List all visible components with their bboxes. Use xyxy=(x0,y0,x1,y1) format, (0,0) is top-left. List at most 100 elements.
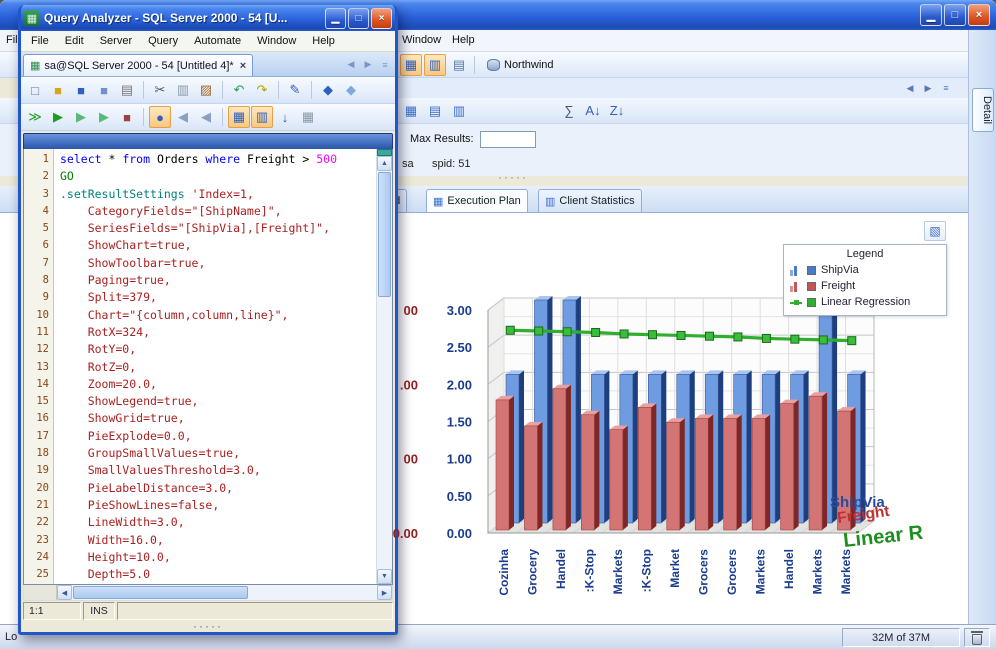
code-line: RotY=0, xyxy=(60,342,137,357)
status-filler xyxy=(117,602,393,620)
execute-icon[interactable]: ▶ xyxy=(47,106,69,128)
split-handle[interactable] xyxy=(377,149,392,156)
open-file-icon[interactable]: ■ xyxy=(47,79,69,101)
svg-text:Handel: Handel xyxy=(782,549,796,589)
code-line: ShowLegend=true, xyxy=(60,394,199,409)
qa-minimize-button[interactable]: ▁ xyxy=(325,7,346,29)
legend-entry: Freight xyxy=(790,278,940,294)
connection-icon: ▦ xyxy=(30,60,41,72)
sql-editor[interactable]: 1 2 3 4 5 6 7 8 9 10 11 12 13 14 15 16 17 18 19 20 21 22 23 24 2… xyxy=(23,149,393,585)
menu-edit[interactable]: Edit xyxy=(57,33,92,49)
sort-ascending-icon[interactable]: A↓ xyxy=(582,100,604,122)
menu-window[interactable]: Window xyxy=(249,33,304,49)
svg-text:Markets: Markets xyxy=(839,549,853,595)
nav-forward-icon[interactable]: ▶ xyxy=(920,81,936,96)
menu-help[interactable]: Help xyxy=(304,33,343,49)
trash-button[interactable] xyxy=(964,628,990,647)
qa-maximize-button[interactable]: □ xyxy=(348,7,369,29)
results-text-icon[interactable]: ▥ xyxy=(251,106,273,128)
print-icon[interactable]: ▤ xyxy=(116,79,138,101)
undo-icon[interactable]: ↶ xyxy=(228,79,250,101)
menu-query[interactable]: Query xyxy=(140,33,186,49)
tab-icon: ▦ xyxy=(433,195,444,208)
hscrollbar-thumb[interactable] xyxy=(73,586,248,599)
tabs-forward-icon[interactable]: ▶ xyxy=(360,57,376,72)
nav-list-icon[interactable]: ≡ xyxy=(938,81,954,96)
menu-window[interactable]: Window xyxy=(402,34,441,46)
tab-label: Execution Plan xyxy=(447,195,521,207)
tab-execution-plan[interactable]: ▦ Execution Plan xyxy=(426,189,528,212)
code-line: RotX=324, xyxy=(60,324,151,339)
maximize-button[interactable]: □ xyxy=(944,4,966,26)
step-icon[interactable]: ▶ xyxy=(93,106,115,128)
history-back-icon[interactable]: ◀ xyxy=(172,106,194,128)
sort-results-icon[interactable]: ↓ xyxy=(274,106,296,128)
scrollbar-corner xyxy=(24,585,57,600)
history-back2-icon[interactable]: ◀ xyxy=(195,106,217,128)
qa-close-button[interactable]: × xyxy=(371,7,392,29)
code-line: PieShowLines=false, xyxy=(60,497,220,512)
results-grid-icon[interactable]: ▦ xyxy=(228,106,250,128)
nav-back-icon[interactable]: ◀ xyxy=(902,81,918,96)
run-all-icon[interactable]: ≫ xyxy=(24,106,46,128)
results-chart-toggle-icon[interactable]: ▤ xyxy=(448,54,470,76)
document-tab[interactable]: ▦ sa@SQL Server 2000 - 54 [Untitled 4]* … xyxy=(23,54,254,76)
window-grip[interactable]: ····· xyxy=(21,620,395,632)
right-sidebar: Detail xyxy=(968,30,996,624)
scroll-left-icon[interactable]: ◀ xyxy=(57,585,72,600)
menu-help[interactable]: Help xyxy=(452,34,475,46)
stop-icon[interactable]: ■ xyxy=(116,106,138,128)
tab-client-statistics[interactable]: ▥ Client Statistics xyxy=(538,189,642,212)
refresh-icon[interactable]: ◆ xyxy=(340,79,362,101)
results-text-toggle-icon[interactable]: ▥ xyxy=(424,53,446,76)
menu-file[interactable]: File xyxy=(23,33,57,49)
panel-nav-row: ◀ ▶ ≡ xyxy=(398,78,968,98)
paste-icon[interactable]: ▨ xyxy=(195,79,217,101)
database-icon xyxy=(487,58,500,71)
window-title: Query Analyzer - SQL Server 2000 - 54 [U… xyxy=(44,11,288,25)
find-replace-icon[interactable]: ✎ xyxy=(284,79,306,101)
close-tab-icon[interactable]: × xyxy=(240,60,246,72)
scroll-up-icon[interactable]: ▲ xyxy=(377,156,392,171)
detail-tab[interactable]: Detail xyxy=(972,88,994,133)
status-left-text: Lo xyxy=(5,631,18,643)
minimize-button[interactable]: ▁ xyxy=(920,4,942,26)
new-query-icon[interactable]: □ xyxy=(24,79,46,101)
save-all-icon[interactable]: ■ xyxy=(93,79,115,101)
grid-view-icon[interactable]: ▦ xyxy=(400,100,422,122)
export-grid-icon[interactable]: ▦ xyxy=(297,106,319,128)
database-selector[interactable]: Northwind xyxy=(504,59,554,71)
editor-pane-header[interactable] xyxy=(23,133,393,149)
minimize-icon: ▁ xyxy=(331,12,340,24)
code-line: SmallValuesThreshold=3.0, xyxy=(60,463,261,478)
redo-icon[interactable]: ↷ xyxy=(251,79,273,101)
menu-automate[interactable]: Automate xyxy=(186,33,249,49)
max-results-input[interactable] xyxy=(479,130,536,148)
legend-label: Linear Regression xyxy=(821,296,911,308)
copy-icon[interactable]: ▥ xyxy=(172,79,194,101)
sort-descending-icon[interactable]: Z↓ xyxy=(606,100,628,122)
current-statement-icon[interactable]: ● xyxy=(149,106,171,128)
code-area[interactable]: select * from Orders where Freight > 500… xyxy=(54,149,376,584)
parse-icon[interactable]: ▶ xyxy=(70,106,92,128)
form-view-icon[interactable]: ▤ xyxy=(424,100,446,122)
export-chart-button[interactable]: ▧ xyxy=(924,221,946,241)
cut-icon[interactable]: ✂ xyxy=(149,79,171,101)
legend-series-icon xyxy=(790,297,802,308)
tabs-list-icon[interactable]: ≡ xyxy=(377,57,393,72)
tabs-back-icon[interactable]: ◀ xyxy=(343,57,359,72)
spid-label: spid: 51 xyxy=(432,158,471,170)
menu-server[interactable]: Server xyxy=(92,33,140,49)
svg-text:Grocers: Grocers xyxy=(696,549,710,595)
results-grid-toggle-icon[interactable]: ▦ xyxy=(400,53,422,76)
max-results-label: Max Results: xyxy=(410,133,474,145)
close-button[interactable]: × xyxy=(968,4,990,26)
hscrollbar-track[interactable] xyxy=(249,585,377,600)
splitter-grip[interactable]: ····· xyxy=(498,171,528,184)
connect-icon[interactable]: ◆ xyxy=(317,79,339,101)
qa-titlebar[interactable]: ▦ Query Analyzer - SQL Server 2000 - 54 … xyxy=(21,5,395,31)
save-icon[interactable]: ■ xyxy=(70,79,92,101)
chart-view-icon[interactable]: ▥ xyxy=(448,100,470,122)
sum-icon[interactable]: ∑ xyxy=(558,100,580,122)
horizontal-scrollbar[interactable]: ◀ ▶ xyxy=(23,585,393,601)
